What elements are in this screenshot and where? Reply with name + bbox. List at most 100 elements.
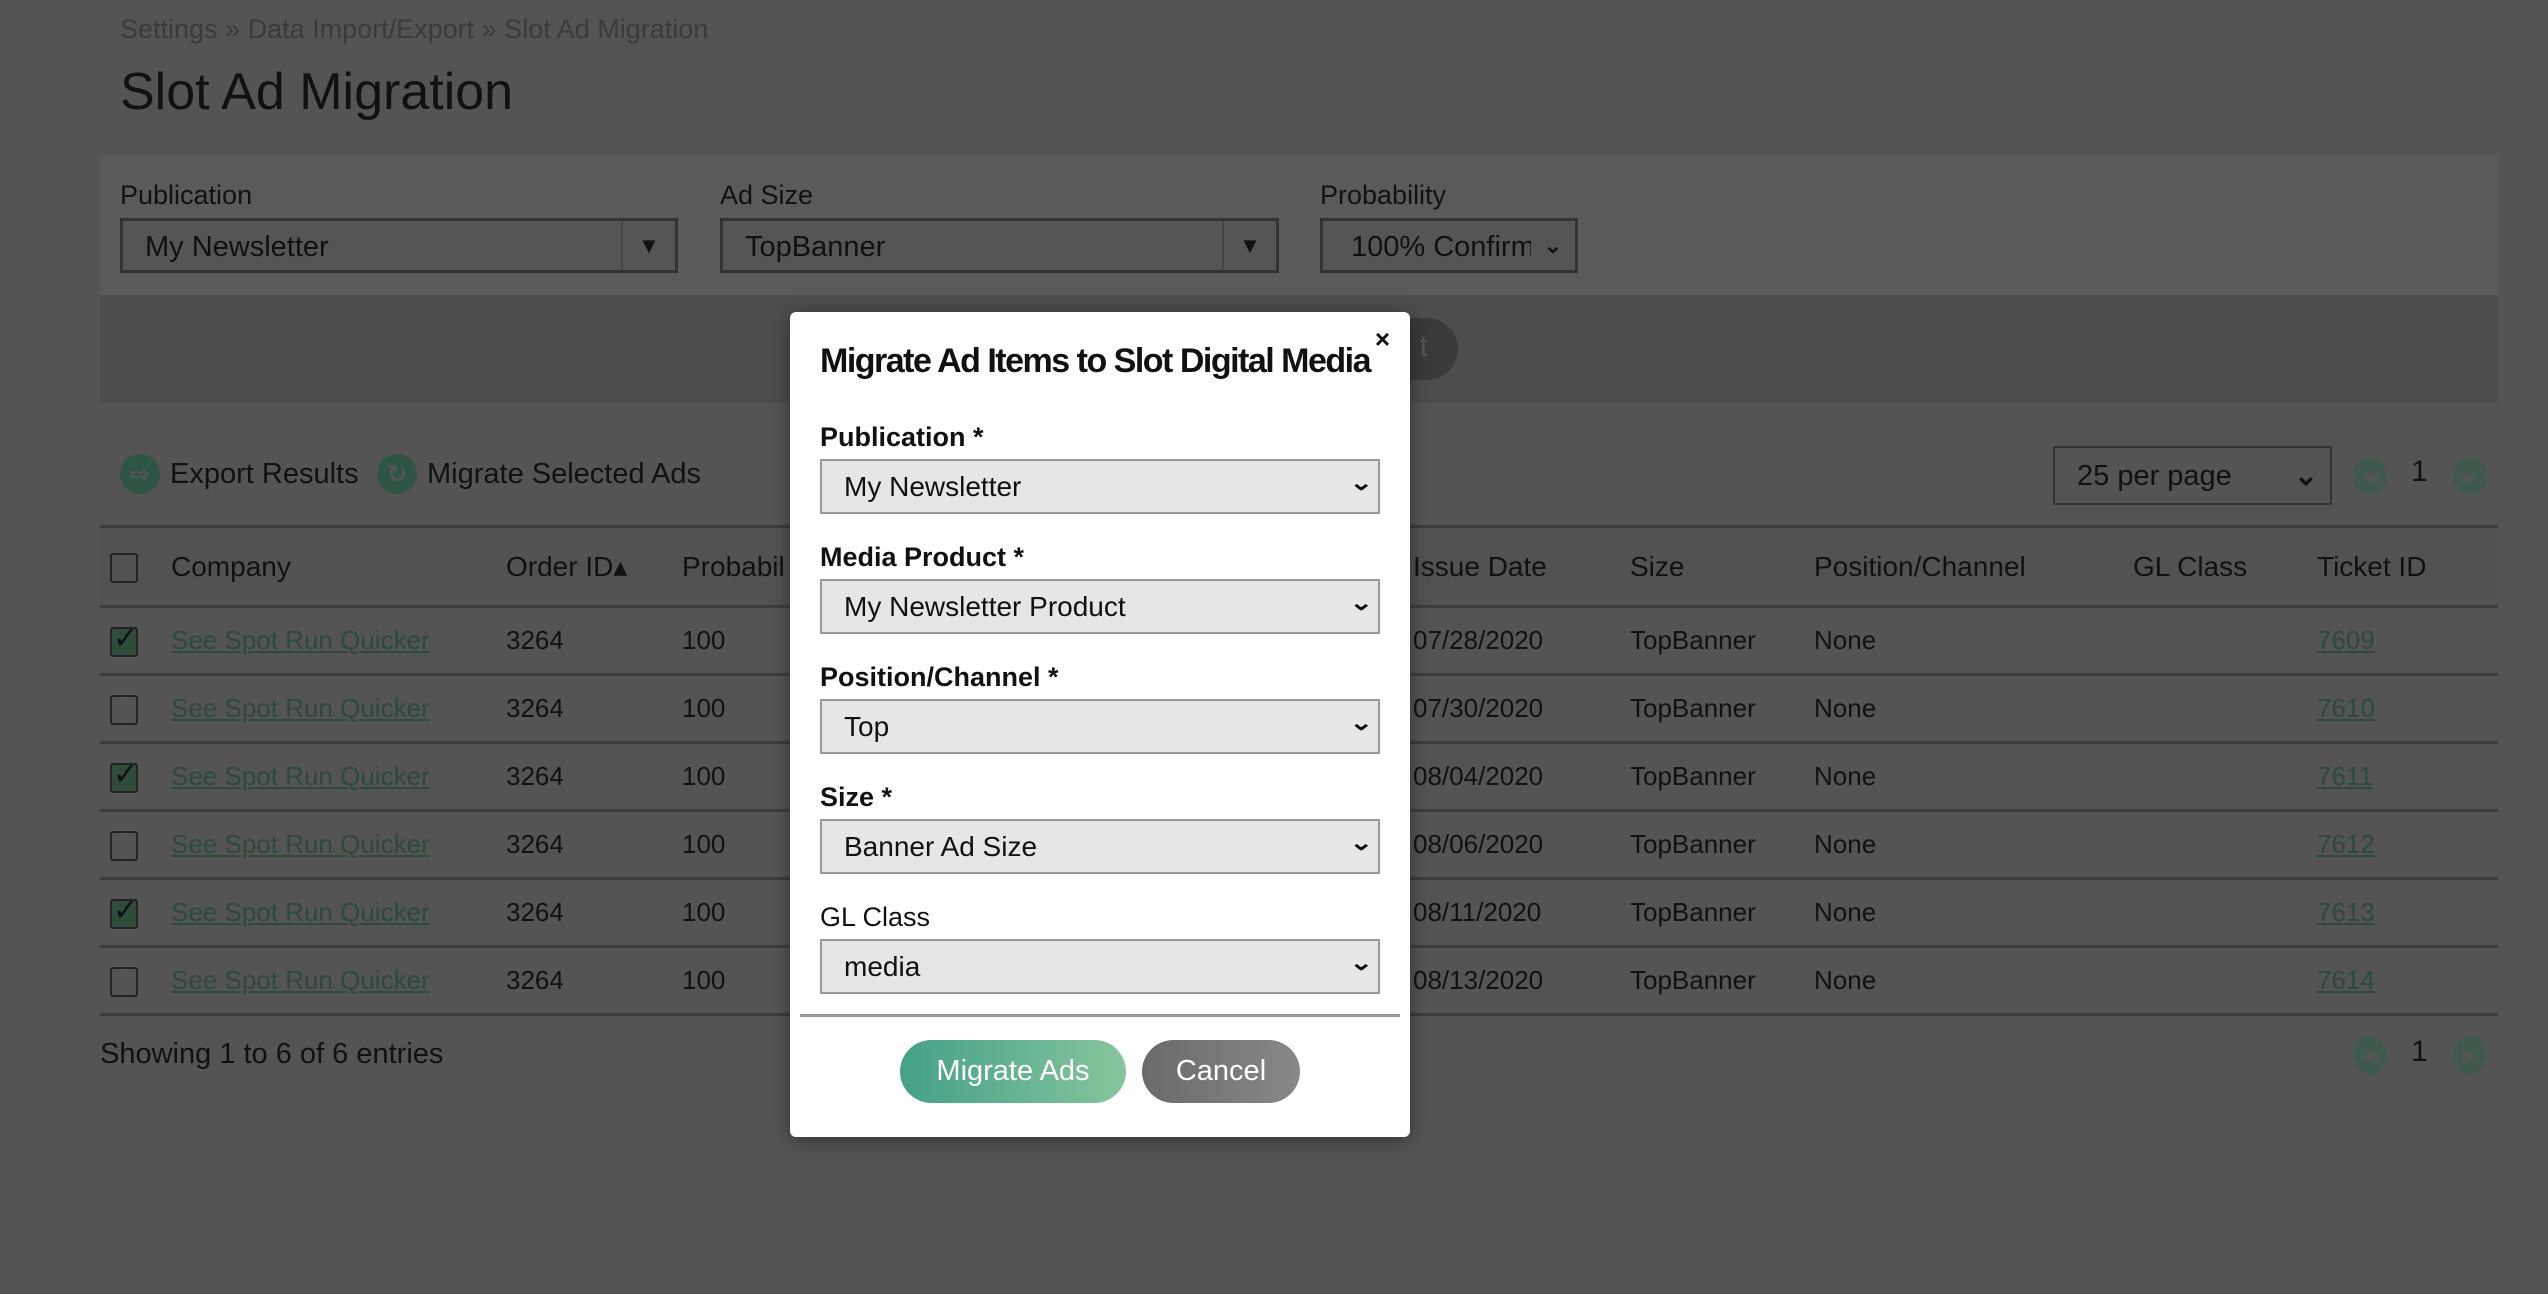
company-link[interactable]: See Spot Run Quicker: [171, 829, 430, 859]
select-all-checkbox[interactable]: [110, 552, 138, 583]
publication-filter-label: Publication: [120, 180, 253, 210]
caret-down-icon: ▼: [1222, 221, 1276, 270]
next-page-icon[interactable]: ▶: [2453, 457, 2487, 495]
modal-divider: [800, 1014, 1400, 1017]
issue-date: 08/06/2020: [1413, 810, 1630, 880]
size: TopBanner: [1630, 810, 1814, 880]
ticket-link[interactable]: 7613: [2317, 897, 2375, 927]
position-channel-label: Position/Channel *: [820, 662, 1059, 692]
col-order-id[interactable]: Order ID▴: [506, 525, 682, 608]
position: None: [1814, 606, 2133, 676]
gl-class: [2133, 606, 2317, 676]
migrate-modal: Migrate Ad Items to Slot Digital Media ×…: [790, 312, 1410, 1137]
media-product-select[interactable]: My Newsletter Product ⌄: [820, 579, 1380, 634]
prev-page-icon[interactable]: ◀: [2353, 1036, 2387, 1074]
order-id: 3264: [506, 742, 682, 812]
order-id: 3264: [506, 878, 682, 948]
company-link[interactable]: See Spot Run Quicker: [171, 897, 430, 927]
publication-value: My Newsletter: [844, 471, 1022, 502]
col-ticket-id[interactable]: Ticket ID: [2317, 525, 2498, 608]
chevron-down-icon: ⌄: [1348, 470, 1373, 495]
col-size[interactable]: Size: [1630, 525, 1814, 608]
order-id: 3264: [506, 810, 682, 880]
ticket-link[interactable]: 7611: [2317, 761, 2373, 791]
position: None: [1814, 742, 2133, 812]
chevron-down-icon: ⌄: [1348, 710, 1373, 735]
size: TopBanner: [1630, 878, 1814, 948]
chevron-down-icon: ⌄: [1348, 830, 1373, 855]
company-link[interactable]: See Spot Run Quicker: [171, 693, 430, 723]
caret-down-icon: ▼: [621, 221, 675, 270]
gl-class-select[interactable]: media ⌄: [820, 939, 1380, 994]
probability-filter-value: 100% Confirme: [1351, 231, 1551, 263]
migrate-ads-button[interactable]: Migrate Ads: [900, 1040, 1126, 1103]
col-issue-date[interactable]: Issue Date: [1413, 525, 1630, 608]
next-page-icon[interactable]: ▶: [2453, 1036, 2487, 1074]
ticket-link[interactable]: 7614: [2317, 965, 2375, 995]
issue-date: 08/04/2020: [1413, 742, 1630, 812]
order-id: 3264: [506, 606, 682, 676]
media-product-label: Media Product *: [820, 542, 1025, 572]
migrate-selected-ads-button[interactable]: ↻ Migrate Selected Ads: [377, 454, 701, 494]
gl-class: [2133, 946, 2317, 1016]
row-checkbox[interactable]: [110, 621, 138, 657]
probability-filter-select[interactable]: 100% Confirme ⌄: [1320, 218, 1578, 273]
size: TopBanner: [1630, 946, 1814, 1016]
col-gl-class[interactable]: GL Class: [2133, 525, 2317, 608]
cancel-button[interactable]: Cancel: [1142, 1040, 1300, 1103]
breadcrumb[interactable]: Settings » Data Import/Export » Slot Ad …: [120, 14, 708, 45]
col-position[interactable]: Position/Channel: [1814, 525, 2133, 608]
size: TopBanner: [1630, 674, 1814, 744]
row-checkbox[interactable]: [110, 966, 138, 997]
publication-label: Publication *: [820, 422, 984, 452]
current-page[interactable]: 1: [2411, 1035, 2428, 1069]
issue-date: 08/11/2020: [1413, 878, 1630, 948]
chevron-down-icon: ⌄: [1531, 221, 1575, 270]
chevron-down-icon: ⌄: [1348, 590, 1373, 615]
page-title: Slot Ad Migration: [120, 63, 514, 121]
chevron-down-icon: ⌄: [1348, 950, 1373, 975]
row-checkbox[interactable]: [110, 757, 138, 793]
close-icon[interactable]: ×: [1375, 324, 1390, 355]
row-checkbox[interactable]: [110, 893, 138, 929]
position-channel-select[interactable]: Top ⌄: [820, 699, 1380, 754]
position-channel-value: Top: [844, 711, 890, 742]
company-link[interactable]: See Spot Run Quicker: [171, 761, 430, 791]
gl-class: [2133, 878, 2317, 948]
export-results-button[interactable]: ⇨ Export Results: [120, 454, 359, 494]
row-checkbox[interactable]: [110, 830, 138, 861]
size-value: Banner Ad Size: [844, 831, 1038, 862]
export-icon: ⇨: [120, 454, 160, 494]
modal-title: Migrate Ad Items to Slot Digital Media: [820, 342, 1372, 380]
ad-size-filter-label: Ad Size: [720, 180, 814, 210]
entries-info: Showing 1 to 6 of 6 entries: [100, 1038, 444, 1070]
gl-class: [2133, 810, 2317, 880]
col-company[interactable]: Company: [171, 525, 506, 608]
ticket-link[interactable]: 7610: [2317, 693, 2375, 723]
gl-class-value: media: [844, 951, 921, 982]
per-page-select[interactable]: 25 per page ⌄: [2053, 446, 2332, 505]
gl-class: [2133, 674, 2317, 744]
issue-date: 08/13/2020: [1413, 946, 1630, 1016]
publication-filter-select[interactable]: My Newsletter ▼: [120, 218, 678, 273]
current-page[interactable]: 1: [2411, 455, 2428, 489]
position: None: [1814, 878, 2133, 948]
position: None: [1814, 946, 2133, 1016]
size: TopBanner: [1630, 742, 1814, 812]
ticket-link[interactable]: 7612: [2317, 829, 2375, 859]
company-link[interactable]: See Spot Run Quicker: [171, 625, 430, 655]
ad-size-filter-select[interactable]: TopBanner ▼: [720, 218, 1279, 273]
row-checkbox[interactable]: [110, 694, 138, 725]
publication-select[interactable]: My Newsletter ⌄: [820, 459, 1380, 514]
prev-page-icon[interactable]: ◀: [2353, 457, 2387, 495]
company-link[interactable]: See Spot Run Quicker: [171, 965, 430, 995]
ticket-link[interactable]: 7609: [2317, 625, 2375, 655]
size-label: Size *: [820, 782, 893, 812]
order-id: 3264: [506, 946, 682, 1016]
export-results-label: Export Results: [170, 457, 359, 490]
size-select[interactable]: Banner Ad Size ⌄: [820, 819, 1380, 874]
media-product-value: My Newsletter Product: [844, 591, 1126, 622]
gl-class: [2133, 742, 2317, 812]
issue-date: 07/30/2020: [1413, 674, 1630, 744]
migrate-selected-label: Migrate Selected Ads: [427, 457, 702, 490]
